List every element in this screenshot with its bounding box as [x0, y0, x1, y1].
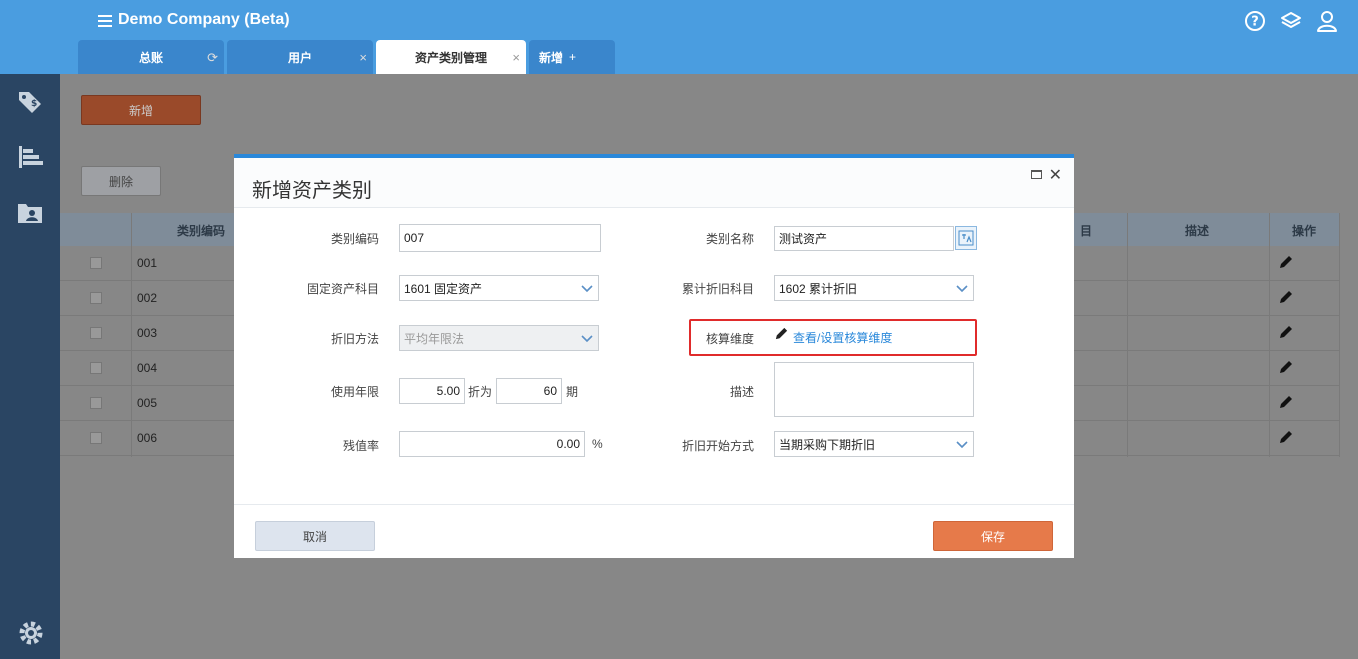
depr-method-select: 平均年限法 [399, 325, 599, 351]
refresh-icon[interactable]: ⟳ [207, 50, 218, 66]
column-header-account: 目 [1080, 224, 1093, 238]
category-code-label: 类别编码 [330, 232, 379, 246]
tab-users[interactable]: 用户 × [227, 40, 373, 74]
depr-start-value: 当期采购下期折旧 [779, 437, 876, 452]
accum-depr-account-label: 累计折旧科目 [681, 282, 754, 296]
tab-label: 资产类别管理 [414, 50, 487, 65]
add-button[interactable]: 新增 [81, 95, 201, 125]
depr-start-label: 折旧开始方式 [681, 439, 754, 453]
column-divider [131, 213, 132, 457]
tab-label: 新增 [539, 50, 564, 65]
row-checkbox[interactable] [90, 397, 102, 409]
category-name-input[interactable]: 测试资产 [774, 226, 954, 251]
menu-icon[interactable] [98, 14, 112, 27]
column-header-code: 类别编码 [177, 224, 226, 238]
periods-unit: 期 [566, 385, 579, 399]
pencil-icon[interactable] [1278, 254, 1294, 273]
row-checkbox[interactable] [90, 292, 102, 304]
user-icon[interactable] [1316, 10, 1338, 32]
accum-depr-account-value: 1602 累计折旧 [779, 281, 858, 296]
app-title: Demo Company (Beta) [118, 11, 290, 28]
pencil-icon[interactable] [1278, 359, 1294, 378]
settings-gear-icon[interactable] [18, 620, 46, 646]
row-code: 004 [137, 361, 158, 375]
column-header-description: 描述 [1185, 224, 1210, 238]
pencil-icon[interactable] [774, 326, 789, 344]
add-asset-category-dialog: 新增资产类别 ✕ 类别编码 007 类别名称 测试资产 固定资产科目 1601 … [234, 154, 1074, 558]
chevron-down-icon[interactable] [951, 432, 973, 458]
row-checkbox[interactable] [90, 362, 102, 374]
tag-icon[interactable]: $ [16, 88, 44, 114]
depr-as-label: 折为 [468, 385, 493, 399]
row-code: 006 [137, 431, 158, 445]
category-code-input[interactable]: 007 [399, 224, 601, 252]
top-header: Demo Company (Beta) ? 总账 ⟳ 用户 × 资产类别管理 ×… [0, 0, 1358, 74]
close-icon[interactable]: × [359, 50, 367, 65]
pencil-icon[interactable] [1278, 429, 1294, 448]
depr-start-select[interactable]: 当期采购下期折旧 [774, 431, 974, 457]
translate-icon[interactable] [955, 226, 977, 250]
pencil-icon[interactable] [1278, 324, 1294, 343]
chevron-down-icon [576, 326, 598, 352]
description-textarea[interactable] [774, 362, 974, 417]
app-brand[interactable]: Demo Company (Beta) [98, 11, 290, 29]
dialog-header: 新增资产类别 ✕ [234, 158, 1074, 208]
dialog-footer: 取消 保存 [234, 504, 1074, 562]
svg-text:$: $ [31, 99, 37, 109]
row-checkbox[interactable] [90, 432, 102, 444]
column-divider [1339, 213, 1340, 457]
depr-method-value: 平均年限法 [404, 331, 465, 346]
delete-button[interactable]: 删除 [81, 166, 161, 196]
save-button[interactable]: 保存 [933, 521, 1053, 551]
layers-icon[interactable] [1280, 10, 1302, 32]
plus-icon[interactable]: + [569, 50, 576, 64]
accounting-dim-label: 核算维度 [705, 332, 754, 346]
residual-rate-unit: % [592, 437, 603, 451]
left-rail: $ [0, 74, 60, 659]
tab-asset-category[interactable]: 资产类别管理 × [376, 40, 526, 74]
periods-input[interactable]: 60 [496, 378, 562, 404]
bar-list-icon[interactable] [16, 144, 44, 170]
column-header-actions: 操作 [1292, 224, 1317, 238]
close-icon[interactable]: ✕ [1049, 165, 1062, 185]
close-icon[interactable]: × [512, 50, 520, 65]
fixed-asset-account-select[interactable]: 1601 固定资产 [399, 275, 599, 301]
cancel-button[interactable]: 取消 [255, 521, 375, 551]
row-code: 001 [137, 256, 158, 270]
pencil-icon[interactable] [1278, 289, 1294, 308]
residual-rate-input[interactable]: 0.00 [399, 431, 585, 457]
row-code: 003 [137, 326, 158, 340]
row-checkbox[interactable] [90, 327, 102, 339]
row-code: 002 [137, 291, 158, 305]
folder-user-icon[interactable] [16, 200, 44, 226]
useful-life-input[interactable]: 5.00 [399, 378, 465, 404]
column-divider [1127, 213, 1128, 457]
top-icons: ? [1244, 10, 1338, 32]
useful-life-label: 使用年限 [330, 385, 379, 399]
accum-depr-account-select[interactable]: 1602 累计折旧 [774, 275, 974, 301]
tab-label: 用户 [287, 50, 312, 65]
depr-method-label: 折旧方法 [330, 332, 379, 346]
accounting-dim-link[interactable]: 查看/设置核算维度 [793, 329, 892, 346]
category-name-label: 类别名称 [705, 232, 754, 246]
help-icon[interactable]: ? [1244, 10, 1266, 32]
pencil-icon[interactable] [1278, 394, 1294, 413]
fixed-asset-account-value: 1601 固定资产 [404, 281, 483, 296]
tab-bar: 总账 ⟳ 用户 × 资产类别管理 × 新增 + [78, 40, 618, 74]
dialog-title: 新增资产类别 [252, 180, 372, 202]
tab-general-ledger[interactable]: 总账 ⟳ [78, 40, 224, 74]
description-label: 描述 [729, 385, 754, 399]
chevron-down-icon[interactable] [576, 276, 598, 302]
residual-rate-label: 残值率 [342, 439, 379, 453]
svg-text:?: ? [1251, 15, 1259, 30]
row-checkbox[interactable] [90, 257, 102, 269]
fixed-asset-account-label: 固定资产科目 [306, 282, 379, 296]
row-code: 005 [137, 396, 158, 410]
column-divider [1269, 213, 1270, 457]
tab-add-new[interactable]: 新增 + [529, 40, 615, 74]
chevron-down-icon[interactable] [951, 276, 973, 302]
maximize-icon[interactable] [1031, 170, 1042, 179]
tab-label: 总账 [138, 50, 163, 65]
